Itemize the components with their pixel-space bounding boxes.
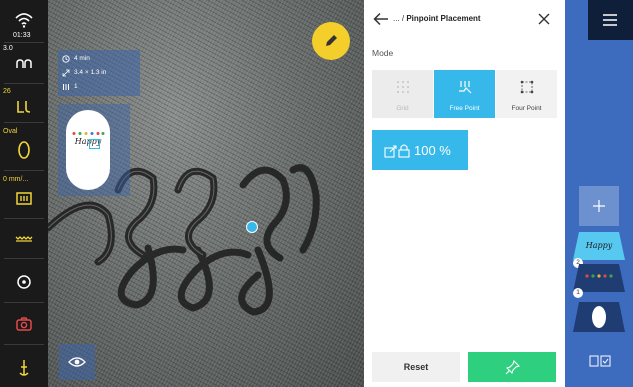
view-toggle-icon[interactable] xyxy=(589,354,611,368)
close-icon[interactable] xyxy=(537,12,551,26)
layer-happy-text: Happy xyxy=(585,241,613,250)
layer-tile xyxy=(573,302,625,332)
layer-badge-1: 1 xyxy=(573,288,583,298)
thumb-happy-text: Happy xyxy=(74,137,102,146)
reset-button[interactable]: Reset xyxy=(372,352,460,382)
feed-value: 0 mm/... xyxy=(3,176,29,183)
bobbin-icon[interactable] xyxy=(14,272,34,292)
oval-hoop-icon[interactable] xyxy=(14,140,34,160)
stitch-time: 4 min xyxy=(74,55,90,62)
free-point-icon xyxy=(459,81,472,94)
mode-free-point-label: Free Point xyxy=(449,105,480,112)
color-count: 1 xyxy=(74,83,78,90)
scale-value: 100 % xyxy=(414,143,451,158)
speed-icon[interactable] xyxy=(14,54,34,74)
thread-tension-icon[interactable] xyxy=(14,97,34,117)
speed-value: 3.0 xyxy=(3,45,13,52)
status-sidebar: 01:33 3.0 26 Oval 0 mm/... xyxy=(0,0,48,387)
mode-grid-button[interactable]: Grid xyxy=(372,70,433,118)
page-title: Pinpoint Placement xyxy=(406,14,481,23)
breadcrumb-prefix[interactable]: ... / xyxy=(393,14,406,23)
layer-item-flowers[interactable] xyxy=(573,264,625,292)
pinpoint-placement-panel: ... / Pinpoint Placement Mode Grid Free … xyxy=(364,0,565,387)
pin-apply-button[interactable] xyxy=(468,352,556,382)
preview-toggle-button[interactable] xyxy=(59,344,95,380)
camera-icon[interactable] xyxy=(14,314,34,334)
mode-four-point-label: Four Point xyxy=(511,105,542,112)
design-size: 3.4 × 1.3 in xyxy=(74,69,107,76)
hoop-value: Oval xyxy=(3,128,18,135)
layer-item-hoop[interactable] xyxy=(573,302,625,332)
layer-item-happy[interactable]: Happy xyxy=(573,232,625,260)
breadcrumb: ... / Pinpoint Placement xyxy=(393,14,481,23)
hamburger-icon xyxy=(603,14,617,26)
clock-text: 01:33 xyxy=(13,32,31,39)
stitch-pattern-icon[interactable] xyxy=(14,228,34,248)
placement-point-handle[interactable] xyxy=(246,221,258,233)
plus-icon xyxy=(593,200,605,212)
mode-four-point-button[interactable]: Four Point xyxy=(496,70,557,118)
scale-lock-button[interactable]: 100 % xyxy=(372,130,468,170)
design-thumbnail-panel[interactable]: Happy xyxy=(58,104,130,196)
menu-button[interactable] xyxy=(588,0,633,40)
design-info-panel: 4 min 3.4 × 1.3 in 1 xyxy=(58,50,140,96)
layers-sidebar: Happy 2 1 xyxy=(565,0,633,387)
oval-hoop-preview: Happy xyxy=(66,110,110,190)
layer-tile xyxy=(573,264,625,292)
mode-selector: Grid Free Point Four Point xyxy=(372,70,557,118)
mode-label: Mode xyxy=(372,48,394,58)
grid-icon xyxy=(397,81,409,93)
eye-icon xyxy=(68,357,86,367)
clock-icon xyxy=(62,55,70,63)
pin-icon xyxy=(505,359,521,375)
color-count-icon xyxy=(63,84,69,90)
scale-lock-icon xyxy=(384,144,410,158)
pencil-icon xyxy=(326,35,337,46)
add-layer-button[interactable] xyxy=(579,186,619,226)
mode-free-point-button[interactable]: Free Point xyxy=(434,70,495,118)
resize-icon xyxy=(62,69,70,77)
floral-border xyxy=(72,132,105,135)
thumb-design: Happy xyxy=(70,132,106,152)
thumb-target-box xyxy=(89,139,100,149)
needle-icon[interactable] xyxy=(14,358,34,378)
four-point-icon xyxy=(520,80,534,94)
embroidery-canvas[interactable]: 4 min 3.4 × 1.3 in 1 Happy xyxy=(48,0,364,387)
wifi-icon xyxy=(15,13,33,28)
stitch-length-icon[interactable] xyxy=(14,188,34,208)
mode-grid-label: Grid xyxy=(396,105,409,112)
edit-button[interactable] xyxy=(312,22,350,60)
tension-value: 26 xyxy=(3,88,11,95)
back-arrow-icon[interactable] xyxy=(373,11,389,27)
